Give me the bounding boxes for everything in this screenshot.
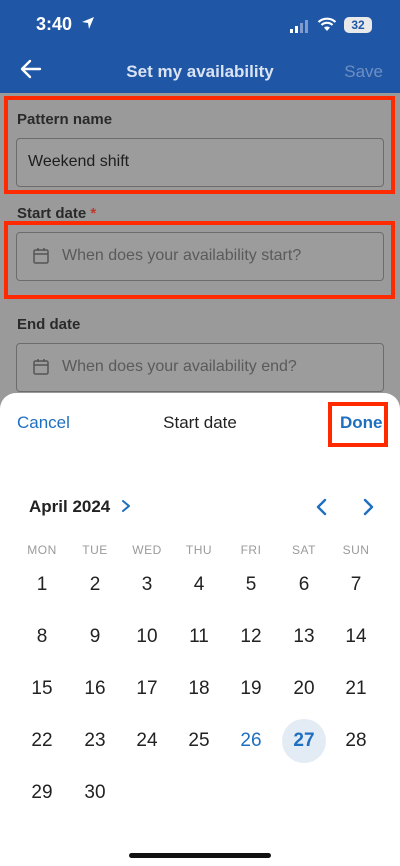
calendar-day-4[interactable]: 4 [177, 563, 221, 607]
start-date-label-text: Start date [17, 205, 87, 222]
highlight-done [328, 402, 388, 447]
calendar-day-15[interactable]: 15 [20, 667, 64, 711]
chevron-right-icon[interactable] [120, 499, 132, 513]
home-indicator [129, 853, 271, 858]
weekday-wed: WED [132, 543, 162, 557]
calendar-day-27[interactable]: 27 [282, 719, 326, 763]
status-time: 3:40 [36, 14, 73, 34]
date-picker-sheet: Cancel Start date Done April 2024 MON TUE… [0, 393, 400, 866]
wifi-icon [317, 17, 337, 31]
signal-icon [290, 20, 308, 33]
next-month-icon[interactable] [360, 497, 376, 517]
previous-month-icon[interactable] [314, 497, 330, 517]
calendar-day-18[interactable]: 18 [177, 667, 221, 711]
month-label[interactable]: April 2024 [29, 497, 110, 517]
calendar-day-9[interactable]: 9 [73, 615, 117, 659]
save-button[interactable]: Save [344, 62, 383, 82]
calendar-day-6[interactable]: 6 [282, 563, 326, 607]
weekday-sun: SUN [342, 543, 370, 557]
calendar-day-26[interactable]: 26 [229, 719, 273, 763]
calendar-day-11[interactable]: 11 [177, 615, 221, 659]
page-title: Set my availability [126, 62, 274, 81]
battery-indicator: 32 [344, 17, 372, 33]
highlight-start-date [4, 221, 395, 299]
app-header: 3:40 32 Set my availability Save [0, 0, 400, 93]
start-date-label: Start date * [17, 205, 96, 222]
calendar-day-10[interactable]: 10 [125, 615, 169, 659]
end-date-label: End date [17, 316, 81, 333]
calendar-day-8[interactable]: 8 [20, 615, 64, 659]
weekday-tue: TUE [82, 543, 108, 557]
calendar-day-14[interactable]: 14 [334, 615, 378, 659]
calendar-day-25[interactable]: 25 [177, 719, 221, 763]
calendar-day-13[interactable]: 13 [282, 615, 326, 659]
calendar-day-7[interactable]: 7 [334, 563, 378, 607]
location-arrow-icon [82, 17, 94, 29]
calendar-day-5[interactable]: 5 [229, 563, 273, 607]
calendar-day-22[interactable]: 22 [20, 719, 64, 763]
end-date-field[interactable]: When does your availability end? [16, 343, 384, 392]
weekday-sat: SAT [292, 543, 316, 557]
calendar-day-24[interactable]: 24 [125, 719, 169, 763]
calendar-day-30[interactable]: 30 [73, 771, 117, 815]
nav-bar: Set my availability Save [0, 50, 400, 93]
weekday-fri: FRI [240, 543, 262, 557]
weekday-mon: MON [27, 543, 57, 557]
calendar-day-1[interactable]: 1 [20, 563, 64, 607]
calendar-day-23[interactable]: 23 [73, 719, 117, 763]
calendar-day-17[interactable]: 17 [125, 667, 169, 711]
status-bar: 3:40 32 [0, 0, 400, 50]
highlight-pattern-name [4, 96, 395, 194]
calendar-day-12[interactable]: 12 [229, 615, 273, 659]
weekday-thu: THU [185, 543, 213, 557]
calendar-day-28[interactable]: 28 [334, 719, 378, 763]
end-date-placeholder: When does your availability end? [62, 358, 297, 375]
calendar-day-20[interactable]: 20 [282, 667, 326, 711]
required-marker: * [90, 205, 97, 222]
calendar-day-19[interactable]: 19 [229, 667, 273, 711]
calendar-day-16[interactable]: 16 [73, 667, 117, 711]
calendar-day-3[interactable]: 3 [125, 563, 169, 607]
calendar-icon [33, 359, 49, 375]
calendar-day-29[interactable]: 29 [20, 771, 64, 815]
calendar-day-2[interactable]: 2 [73, 563, 117, 607]
calendar-day-21[interactable]: 21 [334, 667, 378, 711]
